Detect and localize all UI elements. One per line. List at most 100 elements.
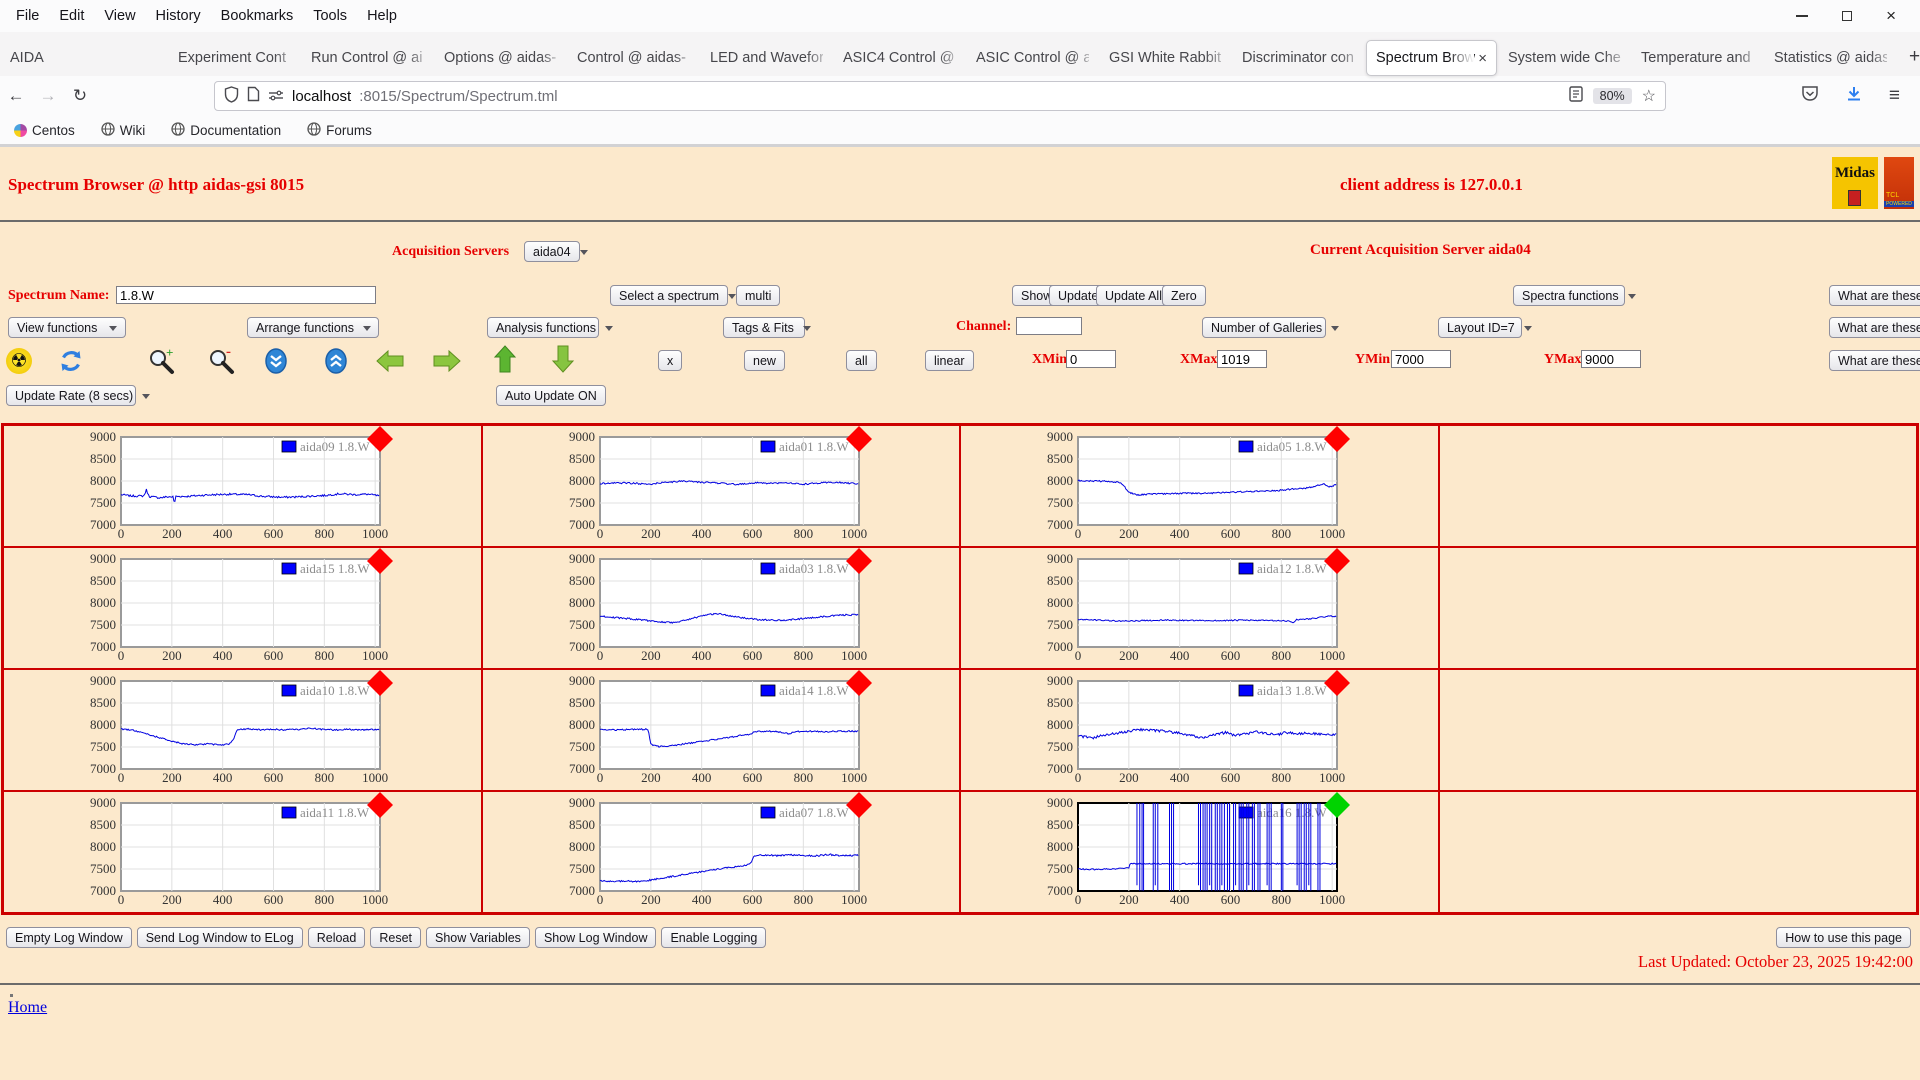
zoom-level-badge[interactable]: 80% [1593,88,1632,104]
browser-tab[interactable]: System wide Che [1499,40,1630,76]
update-all-button[interactable]: Update All [1096,285,1171,306]
browser-tab[interactable]: Experiment Cont [169,40,300,76]
bookmark-star-icon[interactable]: ☆ [1642,86,1656,106]
menu-tools[interactable]: Tools [303,8,357,24]
menu-history[interactable]: History [146,8,211,24]
browser-tab[interactable]: Options @ aidas- [435,40,566,76]
select-spectrum-dropdown[interactable]: Select a spectrum [610,285,728,306]
browser-tab[interactable]: Statistics @ aidas [1765,40,1896,76]
shield-icon[interactable] [224,86,239,107]
menu-view[interactable]: View [94,8,145,24]
browser-tab[interactable]: ASIC Control @ a [967,40,1098,76]
what-are-these-button[interactable]: What are these? [1829,285,1920,306]
scroll-down-icon[interactable] [261,347,291,375]
menu-file[interactable]: File [6,8,49,24]
zoom-out-icon[interactable]: - [207,347,237,375]
spectrum-chart[interactable]: 0200400600800100070007500800085009000aid… [961,426,1438,546]
browser-tab[interactable]: Control @ aidas- [568,40,699,76]
log-button[interactable]: Send Log Window to ELog [137,927,303,948]
window-maximize-button[interactable] [1842,11,1852,21]
page-info-icon[interactable] [247,86,260,106]
what-are-these-button[interactable]: What are these? [1829,350,1920,371]
download-icon[interactable] [1845,85,1863,107]
spectrum-chart[interactable]: 0200400600800100070007500800085009000aid… [483,792,960,912]
new-button[interactable]: new [744,350,785,371]
reader-mode-icon[interactable] [1569,86,1583,106]
zoom-in-icon[interactable]: + [147,347,177,375]
menu-bookmarks[interactable]: Bookmarks [211,8,304,24]
linear-button[interactable]: linear [925,350,974,371]
refresh-icon[interactable] [56,347,86,375]
browser-tab[interactable]: LED and Wavefor [701,40,832,76]
browser-tab[interactable]: GSI White Rabbit [1100,40,1231,76]
browser-tab[interactable]: Spectrum Brow× [1366,40,1497,76]
bookmark-documentation[interactable]: Documentation [171,122,281,139]
scroll-up-icon[interactable] [321,347,351,375]
browser-tab[interactable]: Discriminator con [1233,40,1364,76]
spectrum-chart[interactable]: 0200400600800100070007500800085009000aid… [4,426,481,546]
acquisition-server-select[interactable]: aida04 [524,241,580,262]
bookmark-forums[interactable]: Forums [307,122,372,139]
bookmark-centos[interactable]: Centos [14,123,75,138]
spectrum-chart[interactable]: 0200400600800100070007500800085009000aid… [483,548,960,668]
layout-id-dropdown[interactable]: Layout ID=7 [1438,317,1522,338]
view-functions-dropdown[interactable]: View functions [8,317,126,338]
browser-tab[interactable]: AIDA [1,40,167,76]
analysis-functions-dropdown[interactable]: Analysis functions [487,317,599,338]
x-button[interactable]: x [658,350,682,371]
spectrum-chart[interactable]: 0200400600800100070007500800085009000aid… [961,548,1438,668]
ymax-input[interactable] [1581,350,1641,368]
tab-close-icon[interactable]: × [1478,50,1487,67]
spectrum-chart[interactable]: 0200400600800100070007500800085009000aid… [4,792,481,912]
spectrum-name-input[interactable] [116,286,376,304]
radiation-icon[interactable]: ☢ [4,347,34,375]
ymin-input[interactable] [1391,350,1451,368]
all-button[interactable]: all [846,350,877,371]
app-menu-icon[interactable]: ≡ [1889,85,1900,107]
reload-button[interactable]: ↻ [64,86,96,106]
auto-update-button[interactable]: Auto Update ON [496,385,606,406]
tags-fits-dropdown[interactable]: Tags & Fits [723,317,805,338]
pocket-icon[interactable] [1801,85,1819,107]
multi-button[interactable]: multi [736,285,780,306]
log-button[interactable]: Empty Log Window [6,927,132,948]
url-bar[interactable]: localhost:8015/Spectrum/Spectrum.tml 80%… [214,81,1666,111]
arrow-left-icon[interactable] [375,347,405,375]
log-button[interactable]: Show Variables [426,927,530,948]
log-button[interactable]: Reload [308,927,366,948]
window-close-button[interactable]: × [1886,11,1896,21]
spectrum-chart[interactable]: 0200400600800100070007500800085009000aid… [4,548,481,668]
spectrum-chart[interactable]: 0200400600800100070007500800085009000aid… [483,670,960,790]
how-to-use-button[interactable]: How to use this page [1776,927,1911,948]
log-button[interactable]: Show Log Window [535,927,657,948]
number-of-galleries-dropdown[interactable]: Number of Galleries [1202,317,1326,338]
log-button[interactable]: Enable Logging [661,927,766,948]
home-link[interactable]: Home [8,999,47,1017]
spectrum-chart[interactable]: 0200400600800100070007500800085009000aid… [483,426,960,546]
spectrum-chart[interactable]: 0200400600800100070007500800085009000aid… [961,792,1438,912]
what-are-these-button[interactable]: What are these? [1829,317,1920,338]
back-button[interactable]: ← [0,86,32,106]
update-rate-dropdown[interactable]: Update Rate (8 secs) [6,385,136,406]
browser-tab[interactable]: ASIC4 Control @ [834,40,965,76]
menu-edit[interactable]: Edit [49,8,94,24]
arrow-down-icon[interactable] [548,345,578,373]
menu-help[interactable]: Help [357,8,407,24]
spectra-functions-dropdown[interactable]: Spectra functions [1513,285,1625,306]
arrow-right-icon[interactable] [432,347,462,375]
browser-tab[interactable]: Temperature and [1632,40,1763,76]
log-button[interactable]: Reset [370,927,421,948]
arrow-up-icon[interactable] [490,345,520,373]
new-tab-button[interactable]: + [1897,46,1920,76]
xmax-input[interactable] [1217,350,1267,368]
window-minimize-button[interactable] [1796,15,1808,17]
permissions-icon[interactable] [268,88,284,105]
browser-tab[interactable]: Run Control @ ai [302,40,433,76]
arrange-functions-dropdown[interactable]: Arrange functions [247,317,379,338]
bookmark-wiki[interactable]: Wiki [101,122,146,139]
zero-button[interactable]: Zero [1162,285,1206,306]
spectrum-chart[interactable]: 0200400600800100070007500800085009000aid… [961,670,1438,790]
forward-button[interactable]: → [32,86,64,106]
spectrum-chart[interactable]: 0200400600800100070007500800085009000aid… [4,670,481,790]
xmin-input[interactable] [1066,350,1116,368]
